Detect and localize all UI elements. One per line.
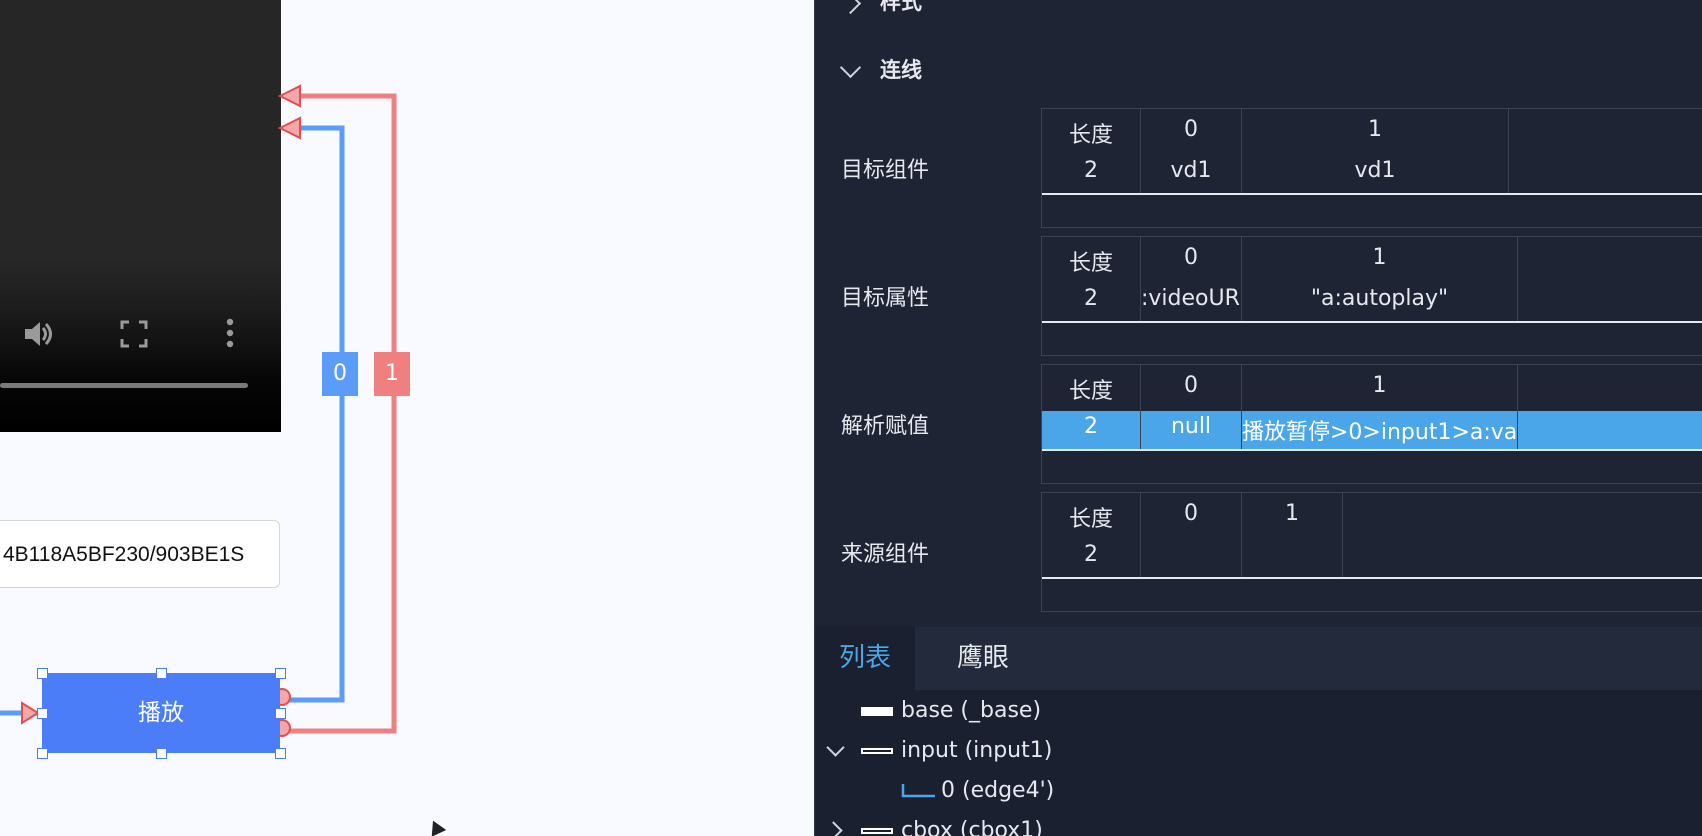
tab-list[interactable]: 列表 — [815, 627, 916, 690]
tab-eagle-eye[interactable]: 鹰眼 — [933, 627, 1033, 690]
outline-panel: 列表 鹰眼 base (_base) input (input1) 0 (edg… — [815, 627, 1702, 836]
header-index: 1 — [1372, 245, 1387, 270]
prop-target-attribute: 目标属性 长度 2 0 :videoURL 1 "a:autoplay" — [815, 236, 1702, 356]
play-button-node[interactable]: 播放 — [42, 673, 280, 753]
header-index: 0 — [1184, 245, 1198, 270]
arrow-in-icon — [21, 701, 40, 725]
array-grid[interactable]: 长度 2 0 :videoURL 1 "a:autoplay" — [1041, 236, 1702, 356]
edge-0-line — [282, 125, 345, 703]
length-value: 2 — [1084, 286, 1098, 311]
bottom-tabs: 列表 鹰眼 — [815, 627, 1702, 690]
header-index: 0 — [1184, 373, 1198, 398]
chevron-right-icon — [839, 0, 862, 14]
section-edge[interactable]: 连线 — [839, 54, 922, 84]
edge-label-0[interactable]: 0 — [322, 352, 358, 396]
resize-handle-br[interactable] — [275, 748, 286, 759]
resize-handle-bl[interactable] — [37, 748, 48, 759]
cell-value[interactable]: :videoURL — [1141, 286, 1241, 311]
outline-bar-icon — [861, 748, 893, 754]
tree-item-base[interactable]: base (_base) — [861, 698, 1041, 723]
tree-item-edge[interactable]: 0 (edge4') — [901, 778, 1054, 803]
editor-canvas[interactable]: 4B118A5BF230/903BE1S 0 1 播放 — [0, 0, 814, 836]
edge-label-1[interactable]: 1 — [374, 352, 410, 396]
prop-target-component: 目标组件 长度 2 0 vd1 1 vd1 — [815, 108, 1702, 228]
edge-1-line — [282, 93, 397, 734]
solid-bar-icon — [861, 706, 893, 716]
cell-value[interactable]: vd1 — [1141, 158, 1241, 183]
resize-handle-tc[interactable] — [156, 668, 167, 679]
header-length: 长度 — [1068, 251, 1113, 276]
header-index: 1 — [1372, 373, 1387, 398]
resize-handle-ml[interactable] — [37, 708, 48, 719]
array-grid[interactable]: 长度 2 0 1 — [1041, 492, 1702, 612]
arrow-1-icon — [277, 84, 301, 108]
length-value: 2 — [1084, 414, 1098, 439]
prop-label: 目标组件 — [841, 158, 930, 183]
header-index: 1 — [1285, 501, 1299, 526]
array-grid[interactable]: 长度 2 0 vd1 1 vd1 — [1041, 108, 1702, 228]
tree-item-input[interactable]: input (input1) — [861, 738, 1052, 763]
tree-item-cbox[interactable]: cbox (cbox1) — [861, 818, 1043, 836]
prop-label: 解析赋值 — [841, 414, 930, 439]
prop-label: 目标属性 — [841, 286, 930, 311]
array-grid[interactable]: 长度 2 0 null 1 播放暂停>0>input1>a:value — [1041, 364, 1702, 484]
prop-source-component: 来源组件 长度 2 0 1 — [815, 492, 1702, 612]
header-length: 长度 — [1068, 507, 1113, 532]
length-value: 2 — [1084, 158, 1098, 183]
resize-handle-bc[interactable] — [156, 748, 167, 759]
cell-value[interactable]: null — [1141, 414, 1241, 439]
prop-parse-assign: 解析赋值 长度 2 0 null 1 播放暂停>0>input1>a:value — [815, 364, 1702, 484]
outline-bar-icon — [861, 828, 893, 834]
cell-value[interactable]: 播放暂停>0>input1>a:value — [1242, 414, 1517, 446]
resize-handle-mr[interactable] — [275, 708, 286, 719]
length-value: 2 — [1084, 542, 1098, 567]
chevron-down-icon[interactable] — [826, 738, 845, 757]
edge-connector-icon — [901, 784, 935, 798]
header-index: 0 — [1184, 501, 1198, 526]
chevron-down-icon — [839, 56, 862, 78]
section-style-collapsed[interactable]: 样式 — [839, 0, 922, 16]
header-index: 1 — [1368, 117, 1382, 142]
arrow-0-icon — [277, 116, 301, 140]
section-title: 连线 — [880, 58, 922, 82]
header-length: 长度 — [1068, 123, 1113, 148]
cell-value[interactable]: "a:autoplay" — [1242, 286, 1517, 311]
resize-handle-tl[interactable] — [37, 668, 48, 679]
header-length: 长度 — [1068, 379, 1113, 404]
property-panel: 样式 连线 目标组件 长度 2 0 vd1 1 vd1 目标属性 长度 2 0 :vide… — [814, 0, 1702, 836]
resize-handle-tr[interactable] — [275, 668, 286, 679]
header-index: 0 — [1184, 117, 1198, 142]
cell-value[interactable]: vd1 — [1242, 158, 1508, 183]
prop-label: 来源组件 — [841, 542, 930, 567]
chevron-right-icon[interactable] — [824, 821, 843, 836]
